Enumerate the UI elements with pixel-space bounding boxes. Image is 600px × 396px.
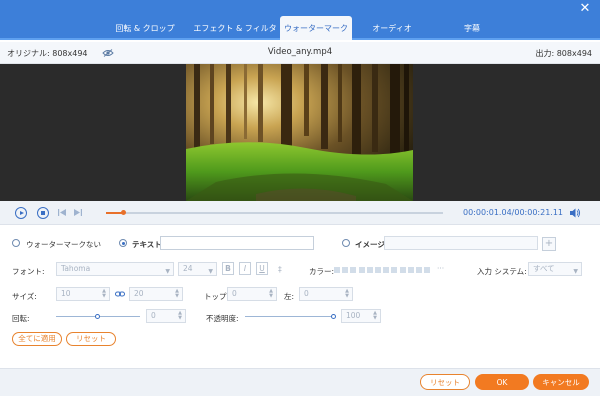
size-label: サイズ: <box>12 292 37 301</box>
radio-image-watermark[interactable] <box>342 239 350 247</box>
height-value: 20 <box>134 289 144 298</box>
rotation-slider-knob[interactable] <box>95 314 100 319</box>
rotation-label: 回転: <box>12 314 30 323</box>
info-bar: オリジナル: 808x494 Video_any.mp4 出力: 808x494 <box>0 42 600 64</box>
color-swatch[interactable] <box>383 267 390 273</box>
color-swatch[interactable] <box>366 267 373 273</box>
top-label: トップ: <box>204 292 230 301</box>
add-image-button[interactable]: + <box>542 237 556 251</box>
tab-audio[interactable]: オーディオ <box>352 16 432 40</box>
tab-subtitles[interactable]: 字幕 <box>432 16 512 40</box>
watermark-settings: ウォーターマークない テキスト イメージ + フォント: Tahoma ▼ 24 ▼… <box>0 226 600 368</box>
file-name: Video_any.mp4 <box>267 47 333 57</box>
font-label: フォント: <box>12 267 45 276</box>
font-family-dropdown[interactable]: Tahoma ▼ <box>56 262 174 276</box>
top-value: 0 <box>232 289 237 298</box>
color-swatch[interactable] <box>375 267 381 273</box>
dialog-footer: リセット OK キャンセル <box>0 368 600 396</box>
bold-button[interactable]: B <box>222 262 234 275</box>
tab-rotate-crop[interactable]: 回転 & クロップ <box>100 16 190 40</box>
cancel-button[interactable]: キャンセル <box>533 374 589 390</box>
tab-bar: 回転 & クロップ エフェクト & フィルター ウォーターマーク オーディオ 字… <box>0 0 600 59</box>
stepper-icon[interactable]: ▲ ▼ <box>345 289 349 299</box>
rotation-slider[interactable] <box>56 314 140 319</box>
italic-button[interactable]: I <box>239 262 251 275</box>
ok-button[interactable]: OK <box>475 374 529 390</box>
image-watermark-label: イメージ <box>355 240 385 249</box>
color-swatch[interactable] <box>358 267 365 273</box>
color-swatch[interactable] <box>350 267 357 273</box>
footer-reset-button[interactable]: リセット <box>420 374 470 390</box>
watermark-text-input[interactable] <box>160 236 314 250</box>
text-watermark-label: テキスト <box>132 240 162 249</box>
tab-list: 回転 & クロップ エフェクト & フィルター ウォーターマーク オーディオ 字… <box>100 16 512 59</box>
volume-icon[interactable] <box>569 207 581 219</box>
close-icon[interactable]: ✕ <box>578 2 592 16</box>
font-size-dropdown[interactable]: 24 ▼ <box>178 262 217 276</box>
chevron-down-icon: ▼ <box>165 268 170 275</box>
radio-text-watermark[interactable] <box>119 239 127 247</box>
height-input[interactable]: 20 ▲ ▼ <box>129 287 183 301</box>
stepper-icon[interactable]: ▲ ▼ <box>269 289 273 299</box>
radio-no-watermark[interactable] <box>12 239 20 247</box>
opacity-value: 100 <box>346 311 361 320</box>
reset-settings-button[interactable]: リセット <box>66 332 116 346</box>
color-swatch[interactable] <box>399 267 406 273</box>
rotation-input[interactable]: 0 ▲ ▼ <box>146 309 186 323</box>
rotation-value: 0 <box>151 311 156 320</box>
previous-frame-icon[interactable] <box>57 208 67 217</box>
input-system-label: 入力 システム: <box>477 267 527 276</box>
preview-image <box>186 64 413 201</box>
no-watermark-label: ウォーターマークない <box>26 240 101 249</box>
stepper-icon[interactable]: ▲ ▼ <box>102 289 106 299</box>
color-swatch[interactable] <box>416 267 422 273</box>
opacity-label: 不透明度: <box>206 314 239 323</box>
color-swatch[interactable] <box>407 267 414 273</box>
stepper-icon[interactable]: ▲ ▼ <box>178 311 182 321</box>
progress-thumb[interactable] <box>120 210 126 215</box>
tab-effects-filters[interactable]: エフェクト & フィルター <box>190 16 280 59</box>
apply-to-all-button[interactable]: 全てに適用 <box>12 332 62 346</box>
playback-bar: 00:00:01.04/00:00:21.11 <box>0 201 600 225</box>
width-value: 10 <box>61 289 71 298</box>
color-swatch[interactable] <box>342 267 349 273</box>
strikethrough-button[interactable]: ‡ <box>278 265 282 274</box>
underline-button[interactable]: U <box>256 262 268 275</box>
watermark-image-path[interactable] <box>384 236 538 250</box>
stop-icon[interactable] <box>37 207 49 219</box>
next-frame-icon[interactable] <box>73 208 83 217</box>
chevron-down-icon: ▼ <box>573 268 578 275</box>
opacity-input[interactable]: 100 ▲ ▼ <box>341 309 381 323</box>
font-family-value: Tahoma <box>61 264 91 273</box>
color-swatch[interactable] <box>424 267 431 273</box>
video-preview <box>0 64 600 201</box>
tab-watermark[interactable]: ウォーターマーク <box>280 16 352 40</box>
input-system-dropdown[interactable]: すべて ▼ <box>528 262 582 276</box>
output-resolution: 出力: 808x494 <box>535 49 592 58</box>
play-icon[interactable] <box>15 207 27 219</box>
chevron-down-icon: ▼ <box>208 268 213 275</box>
stepper-icon[interactable]: ▲ ▼ <box>175 289 179 299</box>
input-system-value: すべて <box>533 264 555 273</box>
stepper-icon[interactable]: ▲ ▼ <box>373 311 377 321</box>
font-size-value: 24 <box>183 264 193 273</box>
top-input[interactable]: 0 ▲ ▼ <box>227 287 277 301</box>
progress-track[interactable] <box>106 210 443 215</box>
color-swatch[interactable] <box>391 267 398 273</box>
width-input[interactable]: 10 ▲ ▼ <box>56 287 110 301</box>
more-colors-button[interactable]: ··· <box>437 264 444 273</box>
timecode: 00:00:01.04/00:00:21.11 <box>463 208 563 217</box>
opacity-slider[interactable] <box>245 314 336 319</box>
color-swatch[interactable] <box>334 267 340 273</box>
link-aspect-icon[interactable] <box>115 290 125 298</box>
opacity-slider-knob[interactable] <box>331 314 336 319</box>
left-value: 0 <box>304 289 309 298</box>
left-input[interactable]: 0 ▲ ▼ <box>299 287 353 301</box>
color-label: カラー: <box>309 267 335 276</box>
left-label: 左: <box>284 292 295 301</box>
